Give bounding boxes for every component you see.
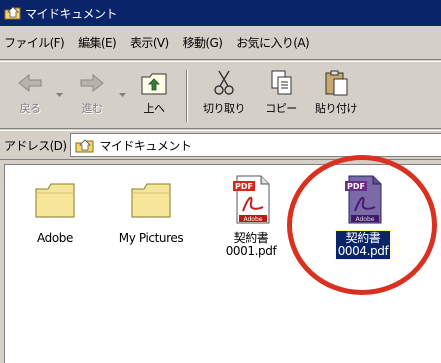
file-name: My Pictures: [118, 231, 184, 245]
pdf-badge: PDF: [347, 182, 365, 191]
address-label: アドレス(D): [4, 138, 67, 153]
folder-icon: [35, 183, 75, 218]
pdf-badge: PDF: [235, 182, 253, 191]
my-documents-folder-icon: [4, 6, 21, 20]
copy-label: コピー: [265, 102, 297, 115]
cut-label: 切り取り: [203, 102, 246, 115]
up-label: 上へ: [143, 102, 166, 115]
pdf-file-icon: PDF Adobe: [345, 175, 382, 224]
file-item-my-pictures[interactable]: My Pictures: [109, 173, 193, 246]
back-dropdown-icon[interactable]: [56, 92, 63, 98]
address-value: マイドキュメント: [99, 138, 192, 153]
menu-edit[interactable]: 編集(E): [78, 34, 117, 51]
cut-button[interactable]: 切り取り: [196, 68, 252, 124]
toolbar: 戻る 進む 上へ 切り取り コピー 貼り付け: [0, 61, 441, 129]
up-folder-icon: [141, 73, 167, 95]
menu-go[interactable]: 移動(G): [183, 34, 223, 51]
back-button[interactable]: 戻る: [6, 68, 54, 124]
adobe-label: Adobe: [244, 216, 263, 223]
paste-button[interactable]: 貼り付け: [308, 68, 364, 124]
file-name: 契約書 0004.pdf: [334, 230, 392, 260]
my-documents-folder-icon: [75, 138, 94, 152]
menu-view[interactable]: 表示(V): [130, 34, 169, 51]
explorer-window: マイドキュメント ファイル(F) 編集(E) 表示(V) 移動(G) お気に入り…: [0, 0, 441, 363]
copy-button[interactable]: コピー: [256, 68, 306, 124]
forward-label: 進む: [81, 102, 104, 115]
back-label: 戻る: [19, 102, 42, 115]
file-item-contract-0001[interactable]: PDF Adobe 契約書 0001.pdf: [209, 173, 293, 259]
toolbar-separator: [186, 70, 188, 122]
file-name: 契約書 0001.pdf: [225, 231, 277, 258]
adobe-label: Adobe: [356, 216, 375, 223]
folder-icon: [131, 183, 171, 218]
menu-bar: ファイル(F) 編集(E) 表示(V) 移動(G) お気に入り(A): [0, 26, 441, 60]
forward-button[interactable]: 進む: [68, 68, 116, 124]
file-item-contract-0004[interactable]: PDF Adobe 契約書 0004.pdf: [321, 173, 405, 260]
copy-icon: [271, 70, 292, 95]
pdf-file-icon: PDF Adobe: [233, 175, 270, 224]
window-title: マイドキュメント: [25, 6, 118, 21]
scissors-icon: [214, 70, 234, 95]
paste-label: 貼り付け: [315, 102, 358, 115]
file-item-adobe[interactable]: Adobe: [13, 173, 97, 246]
menu-file[interactable]: ファイル(F): [4, 34, 65, 51]
paste-icon: [325, 70, 348, 96]
up-button[interactable]: 上へ: [128, 68, 180, 124]
file-name: Adobe: [37, 231, 73, 245]
file-list-pane[interactable]: Adobe My Pictures PDF Adobe 契約書0001.pdf: [4, 164, 441, 363]
title-bar[interactable]: マイドキュメント: [0, 0, 441, 26]
menu-favorites[interactable]: お気に入り(A): [236, 34, 309, 51]
address-input[interactable]: マイドキュメント: [70, 133, 441, 157]
address-bar: アドレス(D) マイドキュメント: [0, 130, 441, 160]
forward-dropdown-icon[interactable]: [119, 92, 126, 98]
forward-arrow-icon: [80, 73, 104, 93]
back-arrow-icon: [18, 73, 42, 93]
